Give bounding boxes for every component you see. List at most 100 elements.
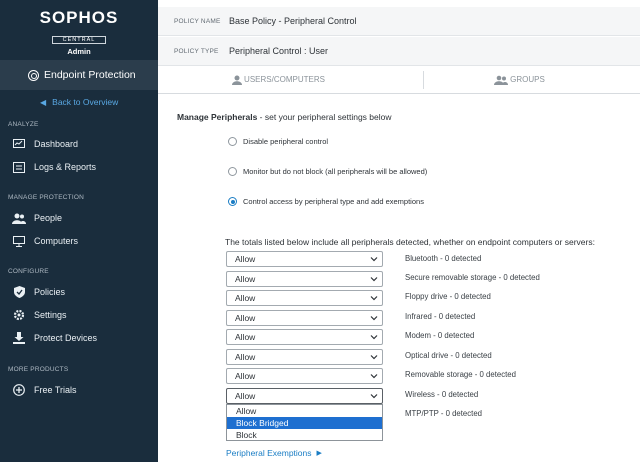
bluetooth-select[interactable]: Allow	[226, 251, 383, 267]
nav-item-free-trials[interactable]: Free Trials	[12, 384, 77, 396]
brand-name: SOPHOS	[39, 8, 119, 27]
manage-heading-bold: Manage Peripherals	[177, 112, 258, 122]
computer-icon	[12, 235, 26, 247]
shield-icon	[12, 286, 26, 298]
select-value: Allow	[235, 293, 256, 303]
tab-label-groups: GROUPS	[510, 75, 545, 84]
policy-name-row: POLICY NAME Base Policy - Peripheral Con…	[158, 7, 640, 36]
radio-monitor-not-block[interactable]: Monitor but do not block (all peripheral…	[228, 167, 427, 176]
radio-label: Monitor but do not block (all peripheral…	[243, 167, 428, 176]
select-value: Allow	[235, 313, 256, 323]
peripheral-label-floppy-drive: Floppy drive - 0 detected	[405, 292, 491, 301]
exemptions-label: Peripheral Exemptions	[226, 448, 312, 458]
chevron-down-icon	[370, 374, 378, 379]
modem-select[interactable]: Allow	[226, 329, 383, 345]
select-value: Allow	[235, 332, 256, 342]
radio-circle[interactable]	[228, 197, 237, 206]
section-manage: MANAGE PROTECTION	[8, 194, 84, 201]
manage-heading-rest: - set your peripheral settings below	[257, 112, 392, 122]
totals-text: The totals listed below include all peri…	[225, 237, 595, 247]
tab-label-users-computers: USERS/COMPUTERS	[244, 75, 325, 84]
tab-users-computers[interactable]: USERS/COMPUTERS	[158, 66, 399, 93]
radio-circle[interactable]	[228, 137, 237, 146]
chevron-down-icon	[370, 355, 378, 360]
section-configure: CONFIGURE	[8, 268, 49, 275]
removable-storage-select[interactable]: Allow	[226, 368, 383, 384]
select-value: Allow	[235, 352, 256, 362]
nav-item-protect-devices[interactable]: Protect Devices	[12, 332, 97, 344]
nav-label-people: People	[34, 213, 63, 223]
radio-label: Disable peripheral control	[243, 137, 329, 146]
nav-label-policies: Policies	[34, 287, 66, 297]
nav-label-settings: Settings	[34, 310, 67, 320]
product-name: Endpoint Protection	[44, 69, 136, 81]
policy-name-value: Base Policy - Peripheral Control	[229, 16, 357, 26]
option-allow[interactable]: Allow	[227, 405, 382, 417]
people-icon	[12, 212, 26, 224]
radio-circle[interactable]	[228, 167, 237, 176]
back-to-overview-link[interactable]: ◀ Back to Overview	[40, 97, 118, 107]
chevron-left-icon: ◀	[40, 97, 47, 107]
product-header[interactable]: Endpoint Protection	[0, 60, 158, 90]
wireless-select[interactable]: Allow	[226, 388, 383, 404]
sidebar: SOPHOS CENTRAL Admin Endpoint Protection…	[0, 0, 158, 462]
floppy-drive-select[interactable]: Allow	[226, 290, 383, 306]
download-icon	[12, 332, 26, 344]
select-value: Allow	[235, 254, 256, 264]
select-value: Allow	[235, 274, 256, 284]
caret-right-icon: ▶	[316, 450, 322, 457]
nav-item-dashboard[interactable]: Dashboard	[12, 138, 78, 150]
peripheral-label-bluetooth: Bluetooth - 0 detected	[405, 254, 482, 263]
nav-item-settings[interactable]: Settings	[12, 309, 67, 321]
peripheral-label-modem: Modem - 0 detected	[405, 331, 475, 340]
select-value: Allow	[235, 371, 256, 381]
main-content: POLICY NAME Base Policy - Peripheral Con…	[158, 0, 640, 462]
nav-item-logs[interactable]: Logs & Reports	[12, 161, 96, 173]
chevron-down-icon	[370, 316, 378, 321]
policy-type-key: POLICY TYPE	[174, 47, 219, 55]
user-icon	[232, 75, 243, 85]
radio-control-access[interactable]: Control access by peripheral type and ad…	[228, 197, 424, 206]
radio-label: Control access by peripheral type and ad…	[243, 197, 424, 206]
option-block[interactable]: Block	[227, 429, 382, 441]
back-link-label: Back to Overview	[52, 97, 119, 107]
peripheral-exemptions-link[interactable]: Peripheral Exemptions ▶	[226, 448, 322, 458]
chevron-down-icon	[370, 296, 378, 301]
brand-role: Admin	[67, 47, 91, 56]
nav-label-dashboard: Dashboard	[34, 139, 79, 149]
dashboard-icon	[12, 138, 26, 150]
option-block-bridged[interactable]: Block Bridged	[227, 417, 382, 429]
infrared-select[interactable]: Allow	[226, 310, 383, 326]
brand-sub: CENTRAL	[51, 36, 107, 44]
chevron-down-icon	[370, 394, 378, 399]
nav-label-logs: Logs & Reports	[34, 162, 97, 172]
logs-icon	[12, 161, 26, 173]
policy-type-value: Peripheral Control : User	[229, 46, 329, 56]
manage-peripherals-heading: Manage Peripherals - set your peripheral…	[177, 112, 392, 122]
nav-label-protect-devices: Protect Devices	[34, 333, 98, 343]
chevron-down-icon	[370, 277, 378, 282]
policy-name-key: POLICY NAME	[174, 17, 221, 25]
chevron-down-icon	[370, 335, 378, 340]
nav-item-computers[interactable]: Computers	[12, 235, 78, 247]
nav-item-policies[interactable]: Policies	[12, 286, 65, 298]
optical-drive-select[interactable]: Allow	[226, 349, 383, 365]
secure-removable-storage-select[interactable]: Allow	[226, 271, 383, 287]
policy-type-row: POLICY TYPE Peripheral Control : User	[158, 37, 640, 66]
tab-bar: USERS/COMPUTERS GROUPS	[158, 66, 640, 94]
plus-circle-icon	[12, 384, 26, 396]
nav-item-people[interactable]: People	[12, 212, 62, 224]
section-more-products: MORE PRODUCTS	[8, 366, 69, 373]
radio-disable-peripheral-control[interactable]: Disable peripheral control	[228, 137, 328, 146]
dropdown-menu: Allow Block Bridged Block	[226, 404, 383, 441]
section-analyze: ANALYZE	[8, 121, 39, 128]
peripheral-label-wireless: Wireless - 0 detected	[405, 390, 479, 399]
peripheral-label-removable-storage: Removable storage - 0 detected	[405, 370, 516, 379]
nav-label-free-trials: Free Trials	[34, 385, 77, 395]
sophos-logo[interactable]: SOPHOS CENTRAL Admin	[0, 0, 158, 56]
gear-icon	[12, 309, 26, 321]
chevron-down-icon	[370, 257, 378, 262]
peripheral-label-mtp-ptp: MTP/PTP - 0 detected	[405, 409, 482, 418]
tab-groups[interactable]: GROUPS	[399, 66, 640, 93]
select-value: Allow	[235, 391, 256, 401]
